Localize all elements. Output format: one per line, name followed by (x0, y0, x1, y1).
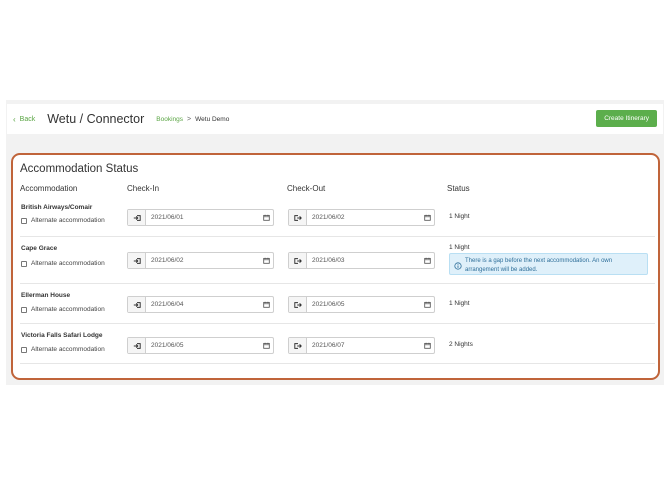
alternate-checkbox[interactable] (21, 346, 27, 353)
alternate-accommodation-toggle[interactable]: Alternate accommodation (21, 306, 105, 313)
calendar-icon[interactable] (259, 257, 273, 264)
checkout-date-field[interactable]: 2021/06/02 (288, 209, 435, 226)
table-row: Cape Grace Alternate accommodation 2021/… (20, 237, 655, 284)
login-icon (128, 210, 146, 225)
breadcrumb: Bookings > Wetu Demo (156, 116, 229, 123)
alternate-accommodation-toggle[interactable]: Alternate accommodation (21, 346, 105, 353)
breadcrumb-bookings-link[interactable]: Bookings (156, 116, 183, 123)
alternate-checkbox[interactable] (21, 260, 27, 267)
breadcrumb-separator: > (187, 115, 192, 123)
status-text: 1 Night (449, 300, 470, 307)
calendar-icon[interactable] (420, 214, 434, 221)
accommodation-name: British Airways/Comair (21, 204, 93, 211)
gap-alert: There is a gap before the next accommoda… (449, 253, 648, 275)
gap-alert-text: There is a gap before the next accommoda… (465, 258, 613, 273)
calendar-icon[interactable] (259, 214, 273, 221)
accommodation-name: Victoria Falls Safari Lodge (21, 332, 103, 339)
accommodation-name: Ellerman House (21, 292, 71, 299)
checkin-date-value: 2021/06/01 (151, 214, 184, 221)
logout-icon (289, 253, 307, 268)
logout-icon (289, 210, 307, 225)
logout-icon (289, 297, 307, 312)
checkout-date-value: 2021/06/03 (312, 257, 345, 264)
create-itinerary-button[interactable]: Create Itinerary (596, 110, 657, 127)
checkout-date-value: 2021/06/05 (312, 301, 345, 308)
page-title: Wetu / Connector (47, 112, 145, 126)
login-icon (128, 253, 146, 268)
calendar-icon[interactable] (259, 301, 273, 308)
checkin-date-value: 2021/06/04 (151, 301, 184, 308)
chevron-left-icon: ‹ (13, 114, 16, 124)
alternate-accommodation-toggle[interactable]: Alternate accommodation (21, 217, 105, 224)
logout-icon (289, 338, 307, 353)
checkout-date-field[interactable]: 2021/06/03 (288, 252, 435, 269)
alternate-label: Alternate accommodation (31, 306, 105, 313)
panel-title: Accommodation Status (20, 163, 139, 175)
alternate-label: Alternate accommodation (31, 260, 105, 267)
checkin-date-value: 2021/06/05 (151, 342, 184, 349)
checkin-date-field[interactable]: 2021/06/02 (127, 252, 274, 269)
login-icon (128, 297, 146, 312)
calendar-icon[interactable] (420, 342, 434, 349)
alternate-label: Alternate accommodation (31, 346, 105, 353)
accommodation-name: Cape Grace (21, 245, 58, 252)
checkout-date-field[interactable]: 2021/06/07 (288, 337, 435, 354)
column-header-accommodation: Accommodation (20, 184, 78, 193)
alternate-checkbox[interactable] (21, 217, 27, 224)
alternate-checkbox[interactable] (21, 306, 27, 313)
checkout-date-value: 2021/06/07 (312, 342, 345, 349)
table-row: Ellerman House Alternate accommodation 2… (20, 284, 655, 324)
back-label: Back (19, 115, 36, 123)
alternate-label: Alternate accommodation (31, 217, 105, 224)
calendar-icon[interactable] (420, 257, 434, 264)
status-text: 1 Night (449, 213, 470, 220)
table-row: Victoria Falls Safari Lodge Alternate ac… (20, 324, 655, 364)
accommodation-status-panel: Accommodation Status Accommodation Check… (11, 153, 660, 380)
calendar-icon[interactable] (259, 342, 273, 349)
column-header-status: Status (447, 184, 470, 193)
table-row: British Airways/Comair Alternate accommo… (20, 199, 655, 237)
status-text: 2 Nights (449, 341, 473, 348)
checkin-date-field[interactable]: 2021/06/05 (127, 337, 274, 354)
column-header-checkout: Check-Out (287, 184, 326, 193)
checkin-date-value: 2021/06/02 (151, 257, 184, 264)
info-icon (454, 257, 462, 275)
alternate-accommodation-toggle[interactable]: Alternate accommodation (21, 260, 105, 267)
checkout-date-field[interactable]: 2021/06/05 (288, 296, 435, 313)
column-header-checkin: Check-In (127, 184, 160, 193)
checkin-date-field[interactable]: 2021/06/04 (127, 296, 274, 313)
status-text: 1 Night (449, 244, 470, 251)
login-icon (128, 338, 146, 353)
top-bar: ‹ Back Wetu / Connector Bookings > Wetu … (7, 104, 663, 134)
calendar-icon[interactable] (420, 301, 434, 308)
checkout-date-value: 2021/06/02 (312, 214, 345, 221)
back-link[interactable]: ‹ Back (13, 115, 35, 124)
checkin-date-field[interactable]: 2021/06/01 (127, 209, 274, 226)
breadcrumb-current: Wetu Demo (195, 115, 230, 123)
